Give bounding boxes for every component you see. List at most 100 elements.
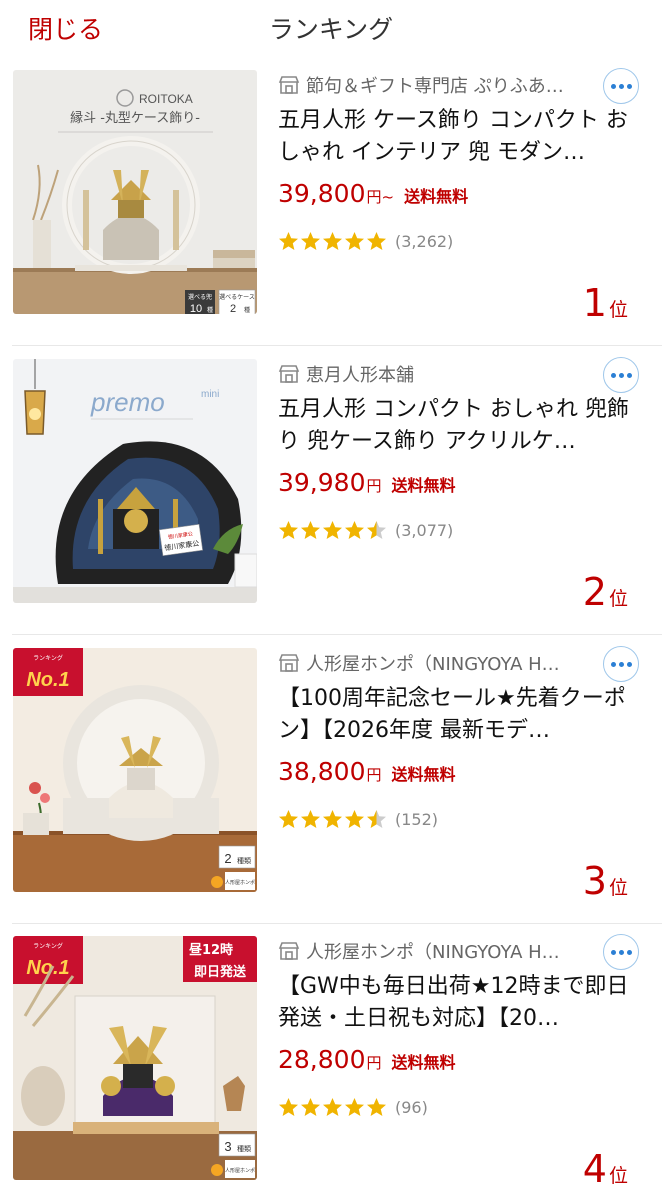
variant-count: 3 xyxy=(224,1139,231,1154)
badge-b-unit: 種 xyxy=(244,306,250,314)
ship-top-text: 昼12時 xyxy=(189,942,233,958)
variant-label: 種類 xyxy=(237,856,251,865)
star-icon xyxy=(345,521,364,539)
same-day-shipping-badge: 昼12時 即日発送 xyxy=(183,936,257,982)
ribbon-main-text: No.1 xyxy=(26,669,69,691)
star-icon xyxy=(301,521,320,539)
price-unit: 円 xyxy=(366,1054,382,1072)
product-image[interactable]: ランキング No.1 昼12時 即日発送 3 種類 人形屋ホンポ xyxy=(13,936,257,1180)
price-unit: 円 xyxy=(366,766,382,784)
variant-count: 2 xyxy=(224,851,231,866)
shop-name: 恵月人形本舗 xyxy=(306,365,414,386)
product-title[interactable]: 【100周年記念セール★先着クーポン】【2026年度 最新モデ… xyxy=(278,683,642,747)
shop-link[interactable]: 恵月人形本舗 xyxy=(278,359,588,389)
brand-text: ROITOKA xyxy=(139,92,193,106)
shop-link[interactable]: 節句＆ギフト専門店 ぷりふあ… xyxy=(278,70,588,100)
ribbon-top-text: ランキング xyxy=(33,654,63,662)
rank-number: 2 xyxy=(582,570,607,614)
review-count: (3,262) xyxy=(395,231,454,251)
caption-text: 縁斗 -丸型ケース飾り- xyxy=(70,110,200,126)
divider xyxy=(12,345,662,346)
star-icon xyxy=(345,1098,364,1116)
star-icon xyxy=(323,521,342,539)
more-options-icon[interactable] xyxy=(603,68,639,104)
rank-number: 4 xyxy=(582,1147,607,1191)
badge-b-label: 選べるケース xyxy=(219,293,255,301)
price-unit: 円~ xyxy=(366,188,395,206)
ranking-item[interactable]: ROITOKA 縁斗 -丸型ケース飾り- 選べる兜 10 種 選べるケース 2 … xyxy=(0,58,662,346)
store-logo-text: 人形屋ホンポ xyxy=(225,1167,255,1174)
star-icon xyxy=(323,1098,342,1116)
shop-icon xyxy=(278,654,300,672)
nameplate: 徳川家康公 徳川家康公 xyxy=(159,524,203,556)
rating-row: (152) xyxy=(278,806,438,832)
rank-badge: 4 位 xyxy=(583,1149,628,1189)
star-icon xyxy=(367,1098,386,1116)
rank-suffix: 位 xyxy=(608,299,628,321)
ranking-item[interactable]: ランキング No.1 2 種類 人形屋ホンポ 人形屋ホンポ（NINGYOYA H… xyxy=(0,636,662,924)
price: 38,800 xyxy=(278,757,366,786)
price-unit: 円 xyxy=(366,477,382,495)
divider xyxy=(12,634,662,635)
rating-row: (3,077) xyxy=(278,517,453,543)
price: 39,980 xyxy=(278,468,366,497)
star-icon xyxy=(301,810,320,828)
shop-icon xyxy=(278,365,300,383)
badge-case-count: 選べるケース 2 種 xyxy=(218,289,256,314)
product-image[interactable]: premo mini 徳川家康公 徳川家康公 xyxy=(13,359,257,603)
star-icon xyxy=(345,232,364,250)
shop-icon xyxy=(278,76,300,94)
product-title[interactable]: 五月人形 ケース飾り コンパクト おしゃれ インテリア 兜 モダン… xyxy=(278,105,642,169)
star-icon xyxy=(279,232,298,250)
rank-badge: 1 位 xyxy=(583,283,628,323)
star-icon xyxy=(345,810,364,828)
review-count: (96) xyxy=(395,1097,428,1117)
variant-count-badge: 3 種類 xyxy=(218,1133,256,1157)
rating-row: (3,262) xyxy=(278,228,453,254)
star-icon xyxy=(323,232,342,250)
price-row: 39,800 円~ 送料無料 xyxy=(278,179,468,215)
rank-number: 3 xyxy=(582,859,607,903)
star-rating xyxy=(278,231,387,251)
shop-name: 人形屋ホンポ（NINGYOYA H… xyxy=(306,654,560,675)
price-row: 39,980 円 送料無料 xyxy=(278,468,456,504)
badge-a-count: 10 xyxy=(190,303,202,314)
price-row: 38,800 円 送料無料 xyxy=(278,757,456,793)
more-options-icon[interactable] xyxy=(603,357,639,393)
ranking-item[interactable]: premo mini 徳川家康公 徳川家康公 恵月人形本舗 五月人形 コンパクト… xyxy=(0,347,662,635)
free-shipping-label: 送料無料 xyxy=(404,187,469,206)
badge-a-unit: 種 xyxy=(207,306,213,314)
variant-label: 種類 xyxy=(237,1144,251,1153)
price-row: 28,800 円 送料無料 xyxy=(278,1045,456,1081)
star-icon xyxy=(367,810,386,828)
brand-sub-text: mini xyxy=(201,389,219,400)
star-icon xyxy=(279,521,298,539)
rating-row: (96) xyxy=(278,1094,428,1120)
product-image[interactable]: ランキング No.1 2 種類 人形屋ホンポ xyxy=(13,648,257,892)
ranking-item[interactable]: ランキング No.1 昼12時 即日発送 3 種類 人形屋ホンポ 人形屋ホンポ（… xyxy=(0,924,662,1200)
ship-main-text: 即日発送 xyxy=(194,964,247,980)
review-count: (3,077) xyxy=(395,520,454,540)
product-title[interactable]: 五月人形 コンパクト おしゃれ 兜飾り 兜ケース飾り アクリルケ… xyxy=(278,394,642,458)
badge-kabuto-count: 選べる兜 10 種 xyxy=(185,290,215,314)
review-count: (152) xyxy=(395,809,439,829)
store-logo-text: 人形屋ホンポ xyxy=(225,879,255,886)
rank-number: 1 xyxy=(582,281,607,325)
free-shipping-label: 送料無料 xyxy=(391,765,456,784)
more-options-icon[interactable] xyxy=(603,934,639,970)
price: 39,800 xyxy=(278,179,366,208)
star-icon xyxy=(279,1098,298,1116)
price: 28,800 xyxy=(278,1045,366,1074)
product-image[interactable]: ROITOKA 縁斗 -丸型ケース飾り- 選べる兜 10 種 選べるケース 2 … xyxy=(13,70,257,314)
star-rating xyxy=(278,520,387,540)
star-icon xyxy=(301,1098,320,1116)
product-title[interactable]: 【GW中も毎日出荷★12時まで即日発送・土日祝も対応】【20… xyxy=(278,971,642,1035)
shop-link[interactable]: 人形屋ホンポ（NINGYOYA H… xyxy=(278,936,588,966)
more-options-icon[interactable] xyxy=(603,646,639,682)
shop-name: 節句＆ギフト専門店 ぷりふあ… xyxy=(306,76,564,97)
star-rating xyxy=(278,1097,387,1117)
rank-suffix: 位 xyxy=(608,588,628,610)
rank-badge: 3 位 xyxy=(583,861,628,901)
shop-link[interactable]: 人形屋ホンポ（NINGYOYA H… xyxy=(278,648,588,678)
badge-b-count: 2 xyxy=(230,303,236,314)
